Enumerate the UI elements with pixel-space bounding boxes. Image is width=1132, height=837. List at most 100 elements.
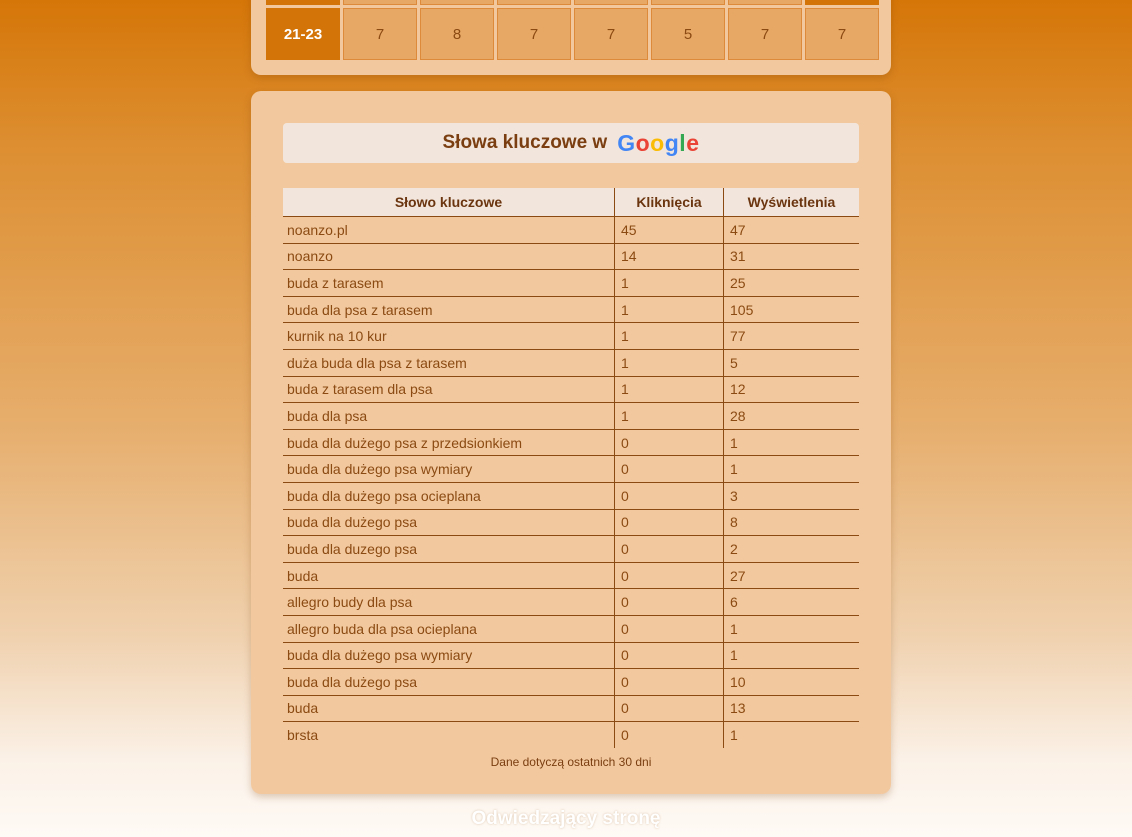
hour-row-21-23: 21-23 7 8 7 7 5 7 7 <box>266 8 882 60</box>
table-header-row: Słowo kluczowe Kliknięcia Wyświetlenia <box>283 188 859 217</box>
table-row: allegro buda dla psa ocieplana 0 1 <box>283 615 859 643</box>
keyword-cell: allegro budy dla psa <box>283 588 615 616</box>
hour-value-cell: 7 <box>343 8 417 60</box>
clicks-cell: 1 <box>614 349 724 377</box>
impressions-cell: 1 <box>723 615 859 643</box>
impressions-cell: 27 <box>723 562 859 590</box>
data-period-note: Dane dotyczą ostatnich 30 dni <box>490 755 652 769</box>
clicks-cell: 0 <box>614 695 724 723</box>
keyword-cell: buda <box>283 562 615 590</box>
clicks-cell: 1 <box>614 296 724 324</box>
table-row: buda dla psa z tarasem 1 105 <box>283 296 859 324</box>
clicks-cell: 0 <box>614 455 724 483</box>
table-row: buda z tarasem 1 25 <box>283 269 859 297</box>
clicks-cell: 0 <box>614 588 724 616</box>
hour-value-cell <box>651 0 725 5</box>
impressions-cell: 105 <box>723 296 859 324</box>
clicks-cell: 0 <box>614 615 724 643</box>
impressions-cell: 1 <box>723 721 859 748</box>
keyword-cell: buda dla dużego psa wymiary <box>283 455 615 483</box>
hour-value-cell: 7 <box>574 8 648 60</box>
hour-value-cell: 7 <box>728 8 802 60</box>
keyword-cell: brsta <box>287 727 319 744</box>
clicks-cell: 1 <box>614 322 724 350</box>
clicks-cell: 0 <box>614 668 724 696</box>
clicks-cell: 14 <box>614 243 724 271</box>
clicks-cell: 0 <box>614 642 724 670</box>
hourly-stats-panel: 21-23 7 8 7 7 5 7 7 <box>251 0 891 75</box>
impressions-cell: 8 <box>723 509 859 537</box>
impressions-cell: 1 <box>723 429 859 457</box>
clicks-cell: 0 <box>614 535 724 563</box>
keywords-title-box: Słowa kluczowe w Google <box>283 123 859 163</box>
impressions-cell: 77 <box>723 322 859 350</box>
table-row: kurnik na 10 kur 1 77 <box>283 322 859 350</box>
table-row: duża buda dla psa z tarasem 1 5 <box>283 349 859 377</box>
hour-value-cell: 7 <box>497 8 571 60</box>
keyword-cell: noanzo.pl <box>283 216 615 244</box>
table-row: buda dla dużego psa z przedsionkiem 0 1 <box>283 429 859 457</box>
hour-value-cell: 5 <box>651 8 725 60</box>
hour-value-cell: 7 <box>805 8 879 60</box>
keyword-cell: kurnik na 10 kur <box>283 322 615 350</box>
keywords-table: Słowo kluczowe Kliknięcia Wyświetlenia n… <box>283 188 859 748</box>
keyword-cell: buda dla psa <box>283 402 615 430</box>
table-row: buda dla dużego psa 0 8 <box>283 509 859 537</box>
hour-value-cell <box>343 0 417 5</box>
impressions-cell: 1 <box>723 642 859 670</box>
impressions-cell: 6 <box>723 588 859 616</box>
clicks-cell: 0 <box>614 721 724 748</box>
clicks-cell: 1 <box>614 376 724 404</box>
impressions-cell: 13 <box>723 695 859 723</box>
table-row: buda 0 27 <box>283 562 859 590</box>
table-row: buda dla dużego psa wymiary 0 1 <box>283 455 859 483</box>
impressions-cell: 3 <box>723 482 859 510</box>
table-row: buda dla dużego psa wymiary 0 1 <box>283 642 859 670</box>
visitors-heading: Odwiedzający stronę <box>471 808 661 829</box>
table-row: buda dla psa 1 28 <box>283 402 859 430</box>
hour-label-cell <box>266 0 340 5</box>
impressions-cell: 47 <box>723 216 859 244</box>
google-logo: Google <box>617 129 700 156</box>
column-header-clicks: Kliknięcia <box>614 188 724 217</box>
table-row: noanzo 14 31 <box>283 243 859 271</box>
hour-value-cell <box>805 0 879 5</box>
hour-row-previous <box>266 0 882 5</box>
table-row: buda dla dużego psa ocieplana 0 3 <box>283 482 859 510</box>
impressions-cell: 31 <box>723 243 859 271</box>
hour-value-cell <box>497 0 571 5</box>
table-row: buda 0 13 <box>283 695 859 723</box>
clicks-cell: 0 <box>614 482 724 510</box>
column-header-impressions: Wyświetlenia <box>723 188 859 217</box>
keyword-cell: allegro buda dla psa ocieplana <box>283 615 615 643</box>
keyword-cell: buda dla psa z tarasem <box>283 296 615 324</box>
table-row: buda z tarasem dla psa 1 12 <box>283 376 859 404</box>
keyword-cell: buda dla dużego psa wymiary <box>283 642 615 670</box>
keyword-cell: buda z tarasem <box>283 269 615 297</box>
keyword-cell: buda dla dużego psa z przedsionkiem <box>283 429 615 457</box>
keyword-cell: noanzo <box>283 243 615 271</box>
hour-value-cell <box>728 0 802 5</box>
impressions-cell: 28 <box>723 402 859 430</box>
keyword-cell: buda dla duzego psa <box>283 535 615 563</box>
clicks-cell: 1 <box>614 269 724 297</box>
impressions-cell: 5 <box>723 349 859 377</box>
impressions-cell: 12 <box>723 376 859 404</box>
clicks-cell: 0 <box>614 429 724 457</box>
table-row: allegro budy dla psa 0 6 <box>283 588 859 616</box>
keyword-cell: duża buda dla psa z tarasem <box>283 349 615 377</box>
clicks-cell: 0 <box>614 562 724 590</box>
hour-value-cell <box>420 0 494 5</box>
impressions-cell: 25 <box>723 269 859 297</box>
hour-label-cell: 21-23 <box>266 8 340 60</box>
impressions-cell: 1 <box>723 455 859 483</box>
keyword-cell: buda z tarasem dla psa <box>283 376 615 404</box>
table-row: buda dla dużego psa 0 10 <box>283 668 859 696</box>
hour-value-cell <box>574 0 648 5</box>
keywords-table-body: noanzo.pl 45 47 noanzo 14 31 buda z tarasem 1 25… <box>283 216 859 748</box>
clicks-cell: 1 <box>614 402 724 430</box>
table-row: buda dla duzego psa 0 2 <box>283 535 859 563</box>
table-row: brsta 0 1 <box>283 721 859 748</box>
impressions-cell: 2 <box>723 535 859 563</box>
impressions-cell: 10 <box>723 668 859 696</box>
